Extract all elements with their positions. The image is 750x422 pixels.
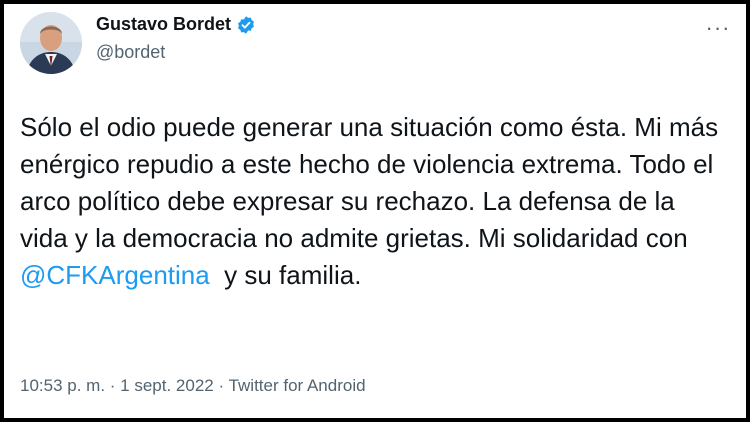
more-options-icon[interactable]: ··· [704,14,732,42]
tweet-source[interactable]: Twitter for Android [229,376,366,395]
tweet-text-body: Sólo el odio puede generar una situación… [20,112,719,253]
tweet-card: Gustavo Bordet @bordet ··· Sólo el odio … [4,4,746,418]
author-name[interactable]: Gustavo Bordet [96,14,256,35]
avatar[interactable] [20,12,82,74]
tweet-text-end: y su familia. [209,260,362,290]
author-name-text[interactable]: Gustavo Bordet [96,14,231,35]
mention-link[interactable]: @CFKArgentina [20,260,210,290]
verified-badge-icon [236,15,256,35]
author-handle[interactable]: @bordet [96,42,165,63]
meta-separator: · [213,376,229,395]
tweet-text: Sólo el odio puede generar una situación… [20,109,725,294]
tweet-meta: 10:53 p. m. · 1 sept. 2022 · Twitter for… [20,376,366,396]
profile-photo-icon [20,12,82,74]
tweet-time[interactable]: 10:53 p. m. [20,376,105,395]
tweet-date[interactable]: 1 sept. 2022 [120,376,214,395]
meta-separator: · [105,376,121,395]
